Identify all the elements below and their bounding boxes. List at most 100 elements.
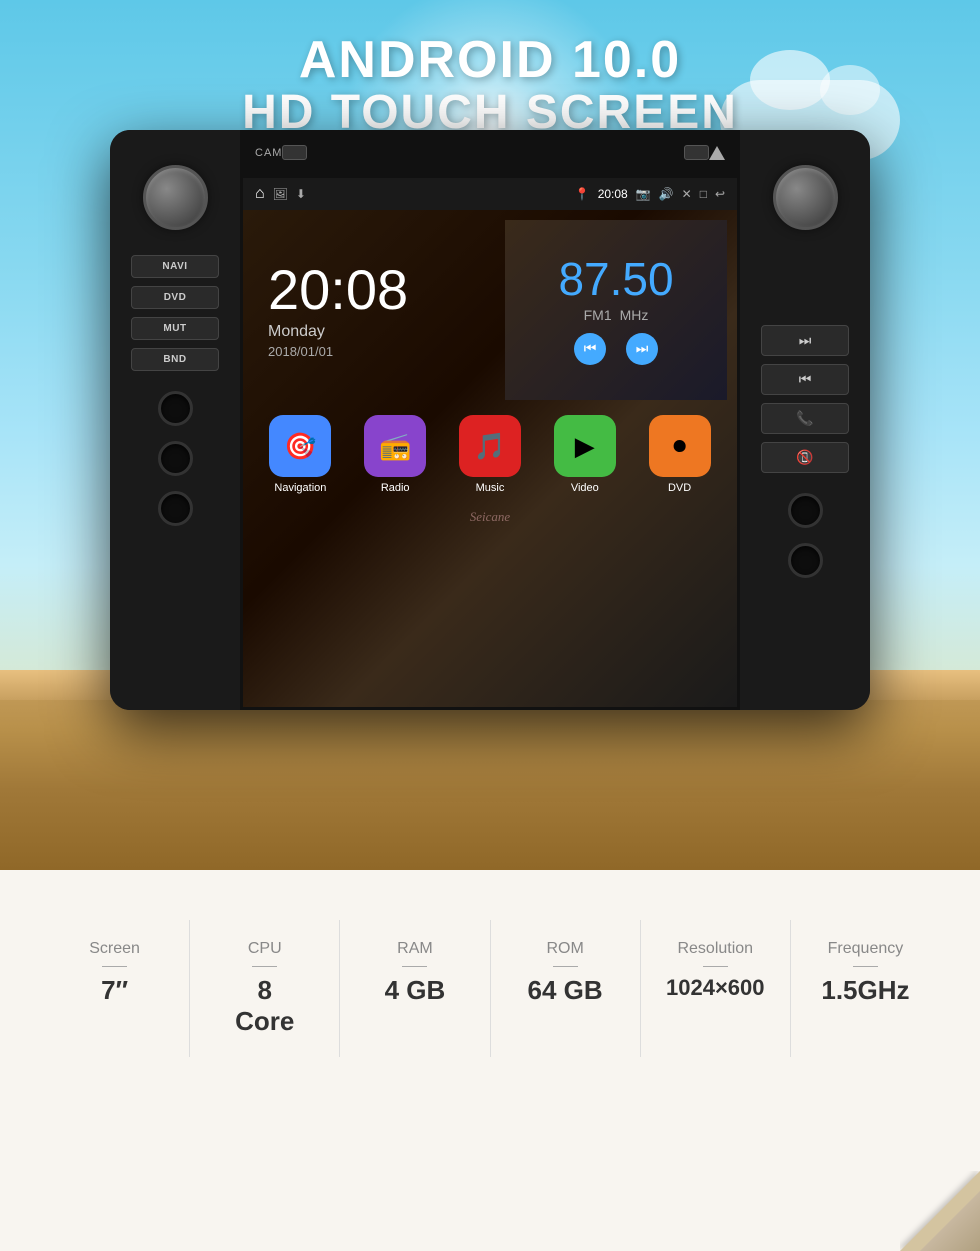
- eject-button[interactable]: [709, 146, 725, 160]
- spec-divider-4: [553, 966, 578, 967]
- top-button-2[interactable]: [684, 145, 709, 160]
- mut-button[interactable]: MUT: [131, 317, 219, 340]
- radio-icon-box: 📻: [364, 415, 426, 477]
- right-panel: ⏭ ⏮ 📞 📵: [740, 130, 870, 710]
- spec-rom-label: ROM: [546, 940, 583, 958]
- spec-cpu: CPU 8Core: [190, 920, 340, 1057]
- spec-frequency-value: 1.5GHz: [821, 975, 909, 1006]
- hero-section: ANDROID 10.0 HD TOUCH SCREEN NAVI DVD MU…: [0, 0, 980, 870]
- close-icon: ✕: [682, 187, 692, 201]
- spec-ram-value: 4 GB: [385, 975, 446, 1006]
- dvd-button[interactable]: DVD: [131, 286, 219, 309]
- status-right: 📍 20:08 📷 🔊 ✕ □ ↩: [575, 187, 725, 201]
- left-holes: [158, 391, 193, 526]
- call-button[interactable]: 📞: [761, 403, 849, 434]
- spec-frequency: Frequency 1.5GHz: [791, 920, 940, 1057]
- video-label: Video: [571, 482, 599, 494]
- volume-icon: 🔊: [659, 187, 674, 201]
- spec-frequency-label: Frequency: [828, 940, 904, 958]
- navigation-icon-box: 🎯: [269, 415, 331, 477]
- specs-section: Screen 7″ CPU 8Core RAM 4 GB ROM 64 GB R…: [0, 870, 980, 1251]
- car-unit: NAVI DVD MUT BND ⏭ ⏮ 📞 📵: [110, 130, 870, 710]
- app-radio[interactable]: 📻 Radio: [364, 415, 426, 494]
- android-screen[interactable]: ⌂ 🖼 ⬇ 📍 20:08 📷 🔊 ✕ □ ↩: [240, 175, 740, 710]
- spec-resolution-label: Resolution: [677, 940, 753, 958]
- dvd-icon-box: ⏺: [649, 415, 711, 477]
- spec-cpu-value: 8Core: [235, 975, 294, 1037]
- spec-rom-value: 64 GB: [528, 975, 603, 1006]
- center-area: CAM ⌂ 🖼 ⬇: [240, 130, 740, 710]
- radio-info: FM1 MHz: [584, 307, 649, 323]
- spec-resolution: Resolution 1024×600: [641, 920, 791, 1057]
- spec-divider-2: [252, 966, 277, 967]
- spec-resolution-value: 1024×600: [666, 975, 765, 1001]
- paper-curl-decoration: [900, 1171, 980, 1251]
- top-button-1[interactable]: [282, 145, 307, 160]
- skip-back-button[interactable]: ⏮: [761, 364, 849, 395]
- hole-3: [158, 491, 193, 526]
- hero-title-line1: ANDROID 10.0: [0, 30, 980, 90]
- hole-1: [158, 391, 193, 426]
- spec-ram: RAM 4 GB: [340, 920, 490, 1057]
- radio-controls: ⏮ ⏭: [574, 333, 658, 365]
- top-bar: CAM: [240, 130, 740, 175]
- hole-2: [158, 441, 193, 476]
- spec-screen-label: Screen: [89, 940, 140, 958]
- window-icon: □: [700, 187, 707, 201]
- video-icon-box: ▶: [554, 415, 616, 477]
- seicane-watermark: Seicane: [253, 504, 727, 530]
- right-knob[interactable]: [773, 165, 838, 230]
- right-holes: [788, 493, 823, 578]
- frequency-display: 87.50: [558, 256, 673, 302]
- radio-label: Radio: [381, 482, 410, 494]
- specs-grid: Screen 7″ CPU 8Core RAM 4 GB ROM 64 GB R…: [40, 920, 940, 1057]
- cam-label: CAM: [255, 147, 282, 159]
- left-buttons: NAVI DVD MUT BND: [131, 255, 219, 371]
- date-display: 2018/01/01: [268, 344, 490, 359]
- app-dvd[interactable]: ⏺ DVD: [649, 415, 711, 494]
- app-video[interactable]: ▶ Video: [554, 415, 616, 494]
- spec-divider-3: [402, 966, 427, 967]
- status-time: 20:08: [598, 187, 628, 201]
- time-display: 20:08 Monday 2018/01/01: [253, 220, 505, 400]
- radio-band: FM1: [584, 307, 612, 323]
- app-icons-row: 🎯 Navigation 📻 Radio 🎵 Music: [253, 405, 727, 504]
- left-panel: NAVI DVD MUT BND: [110, 130, 240, 710]
- end-call-button[interactable]: 📵: [761, 442, 849, 473]
- day-display: Monday: [268, 323, 490, 341]
- prev-station-button[interactable]: ⏮: [574, 333, 606, 365]
- spec-divider-1: [102, 966, 127, 967]
- back-icon[interactable]: ↩: [715, 187, 725, 201]
- app-music[interactable]: 🎵 Music: [459, 415, 521, 494]
- hero-title: ANDROID 10.0 HD TOUCH SCREEN: [0, 30, 980, 140]
- skip-forward-button[interactable]: ⏭: [761, 325, 849, 356]
- next-station-button[interactable]: ⏭: [626, 333, 658, 365]
- download-icon: ⬇: [296, 187, 306, 201]
- camera-icon: 📷: [636, 187, 651, 201]
- spec-rom: ROM 64 GB: [491, 920, 641, 1057]
- spec-cpu-label: CPU: [248, 940, 282, 958]
- app-navigation[interactable]: 🎯 Navigation: [269, 415, 331, 494]
- home-icon[interactable]: ⌂: [255, 185, 265, 203]
- screen-content: 20:08 Monday 2018/01/01 87.50 FM1 MHz: [243, 210, 737, 707]
- gallery-icon: 🖼: [273, 187, 288, 201]
- clock-display: 20:08: [268, 262, 490, 318]
- spec-screen: Screen 7″: [40, 920, 190, 1057]
- dvd-label: DVD: [668, 482, 691, 494]
- screen-top: 20:08 Monday 2018/01/01 87.50 FM1 MHz: [253, 220, 727, 400]
- hole-r2: [788, 543, 823, 578]
- bnd-button[interactable]: BND: [131, 348, 219, 371]
- status-bar: ⌂ 🖼 ⬇ 📍 20:08 📷 🔊 ✕ □ ↩: [243, 178, 737, 210]
- radio-unit: MHz: [620, 307, 649, 323]
- spec-divider-5: [703, 966, 728, 967]
- left-knob[interactable]: [143, 165, 208, 230]
- location-icon: 📍: [575, 187, 590, 201]
- hole-r1: [788, 493, 823, 528]
- music-label: Music: [476, 482, 505, 494]
- right-buttons: ⏭ ⏮ 📞 📵: [761, 325, 849, 473]
- navi-button[interactable]: NAVI: [131, 255, 219, 278]
- status-left: ⌂ 🖼 ⬇: [255, 185, 306, 203]
- spec-divider-6: [853, 966, 878, 967]
- outer-casing: NAVI DVD MUT BND ⏭ ⏮ 📞 📵: [110, 130, 870, 710]
- music-icon-box: 🎵: [459, 415, 521, 477]
